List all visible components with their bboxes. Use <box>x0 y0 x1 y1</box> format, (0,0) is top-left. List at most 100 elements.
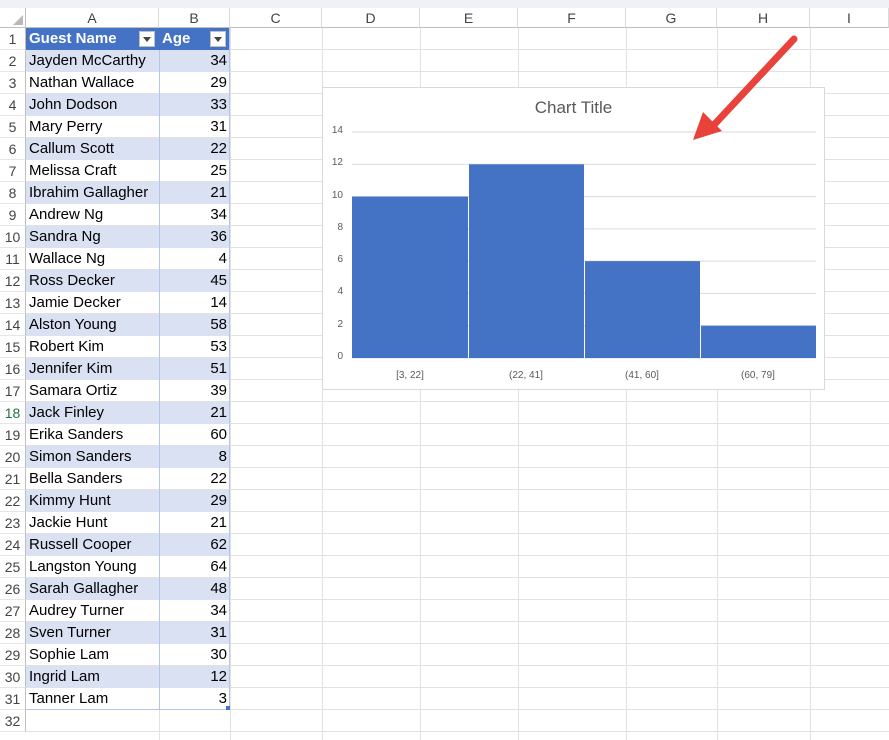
row-header-27[interactable]: 27 <box>0 600 26 622</box>
row-header-28[interactable]: 28 <box>0 622 26 644</box>
histogram-bar[interactable] <box>352 196 468 358</box>
cell-age[interactable]: 21 <box>159 512 230 534</box>
cell-guest-name[interactable]: Simon Sanders <box>26 446 159 468</box>
row-header-5[interactable]: 5 <box>0 116 26 138</box>
row-header-18[interactable]: 18 <box>0 402 26 424</box>
cell-age[interactable]: 34 <box>159 204 230 226</box>
row-header-21[interactable]: 21 <box>0 468 26 490</box>
cell-age[interactable]: 29 <box>159 490 230 512</box>
cell-age[interactable]: 30 <box>159 644 230 666</box>
histogram-bar[interactable] <box>469 164 584 358</box>
cell-guest-name[interactable]: Langston Young <box>26 556 159 578</box>
row-header-6[interactable]: 6 <box>0 138 26 160</box>
row-header-25[interactable]: 25 <box>0 556 26 578</box>
cell-guest-name[interactable]: Sarah Gallagher <box>26 578 159 600</box>
cell-guest-name[interactable]: Sophie Lam <box>26 644 159 666</box>
row-header-14[interactable]: 14 <box>0 314 26 336</box>
cell-guest-name[interactable]: Jackie Hunt <box>26 512 159 534</box>
column-header-b[interactable]: B <box>159 8 230 28</box>
cell-guest-name[interactable]: Sven Turner <box>26 622 159 644</box>
header-age[interactable]: Age <box>159 28 230 50</box>
row-header-22[interactable]: 22 <box>0 490 26 512</box>
cell-guest-name[interactable]: Wallace Ng <box>26 248 159 270</box>
cell-guest-name[interactable]: Ross Decker <box>26 270 159 292</box>
cell-age[interactable]: 34 <box>159 600 230 622</box>
cell-age[interactable]: 14 <box>159 292 230 314</box>
cell-age[interactable]: 48 <box>159 578 230 600</box>
cell-guest-name[interactable]: Audrey Turner <box>26 600 159 622</box>
row-header-2[interactable]: 2 <box>0 50 26 72</box>
row-header-10[interactable]: 10 <box>0 226 26 248</box>
column-header-i[interactable]: I <box>810 8 889 28</box>
cell-age[interactable]: 33 <box>159 94 230 116</box>
cell-guest-name[interactable]: Jayden McCarthy <box>26 50 159 72</box>
cell-age[interactable]: 64 <box>159 556 230 578</box>
row-header-17[interactable]: 17 <box>0 380 26 402</box>
cell-age[interactable]: 22 <box>159 138 230 160</box>
cell-guest-name[interactable]: Nathan Wallace <box>26 72 159 94</box>
cell-guest-name[interactable]: Jamie Decker <box>26 292 159 314</box>
row-header-16[interactable]: 16 <box>0 358 26 380</box>
column-header-d[interactable]: D <box>322 8 420 28</box>
cell-guest-name[interactable]: Ingrid Lam <box>26 666 159 688</box>
row-header-9[interactable]: 9 <box>0 204 26 226</box>
row-header-11[interactable]: 11 <box>0 248 26 270</box>
cell-guest-name[interactable]: Samara Ortiz <box>26 380 159 402</box>
filter-dropdown-icon[interactable] <box>139 31 155 47</box>
cell-guest-name[interactable]: Jack Finley <box>26 402 159 424</box>
cell-age[interactable]: 21 <box>159 182 230 204</box>
table-resize-handle[interactable] <box>226 706 230 710</box>
row-header-23[interactable]: 23 <box>0 512 26 534</box>
row-header-26[interactable]: 26 <box>0 578 26 600</box>
cell-guest-name[interactable]: Alston Young <box>26 314 159 336</box>
row-header-3[interactable]: 3 <box>0 72 26 94</box>
cell-age[interactable]: 36 <box>159 226 230 248</box>
cell-guest-name[interactable]: John Dodson <box>26 94 159 116</box>
column-header-g[interactable]: G <box>626 8 717 28</box>
cell-guest-name[interactable]: Russell Cooper <box>26 534 159 556</box>
histogram-bar[interactable] <box>585 261 700 358</box>
cell-age[interactable]: 45 <box>159 270 230 292</box>
cell-age[interactable]: 3 <box>159 688 230 710</box>
cell-guest-name[interactable]: Ibrahim Gallagher <box>26 182 159 204</box>
cell-guest-name[interactable]: Kimmy Hunt <box>26 490 159 512</box>
row-header-31[interactable]: 31 <box>0 688 26 710</box>
select-all-button[interactable] <box>0 8 26 28</box>
cell-age[interactable]: 25 <box>159 160 230 182</box>
cell-guest-name[interactable]: Mary Perry <box>26 116 159 138</box>
column-header-f[interactable]: F <box>518 8 626 28</box>
row-header-29[interactable]: 29 <box>0 644 26 666</box>
cell-guest-name[interactable]: Tanner Lam <box>26 688 159 710</box>
row-header-32[interactable]: 32 <box>0 710 26 732</box>
row-header-13[interactable]: 13 <box>0 292 26 314</box>
row-header-1[interactable]: 1 <box>0 28 26 50</box>
cell-guest-name[interactable]: Erika Sanders <box>26 424 159 446</box>
row-header-19[interactable]: 19 <box>0 424 26 446</box>
column-header-a[interactable]: A <box>26 8 159 28</box>
column-header-c[interactable]: C <box>230 8 322 28</box>
column-header-h[interactable]: H <box>717 8 810 28</box>
histogram-chart[interactable]: Chart Title 0 2 4 6 8 10 12 14 [3, 22] (22, 41] (4… <box>322 87 825 390</box>
cell-age[interactable]: 53 <box>159 336 230 358</box>
cell-age[interactable]: 22 <box>159 468 230 490</box>
cell-age[interactable]: 4 <box>159 248 230 270</box>
header-guest-name[interactable]: Guest Name <box>26 28 159 50</box>
cell-guest-name[interactable]: Bella Sanders <box>26 468 159 490</box>
cell-age[interactable]: 60 <box>159 424 230 446</box>
cell-age[interactable]: 39 <box>159 380 230 402</box>
cell-age[interactable]: 31 <box>159 116 230 138</box>
cell-guest-name[interactable]: Robert Kim <box>26 336 159 358</box>
cell-age[interactable]: 58 <box>159 314 230 336</box>
row-header-8[interactable]: 8 <box>0 182 26 204</box>
histogram-bar[interactable] <box>701 325 816 358</box>
cell-guest-name[interactable]: Andrew Ng <box>26 204 159 226</box>
row-header-20[interactable]: 20 <box>0 446 26 468</box>
cell-guest-name[interactable]: Callum Scott <box>26 138 159 160</box>
cell-age[interactable]: 29 <box>159 72 230 94</box>
cell-age[interactable]: 31 <box>159 622 230 644</box>
row-header-12[interactable]: 12 <box>0 270 26 292</box>
cell-age[interactable]: 62 <box>159 534 230 556</box>
cell-guest-name[interactable]: Melissa Craft <box>26 160 159 182</box>
cell-age[interactable]: 51 <box>159 358 230 380</box>
cell-age[interactable]: 21 <box>159 402 230 424</box>
